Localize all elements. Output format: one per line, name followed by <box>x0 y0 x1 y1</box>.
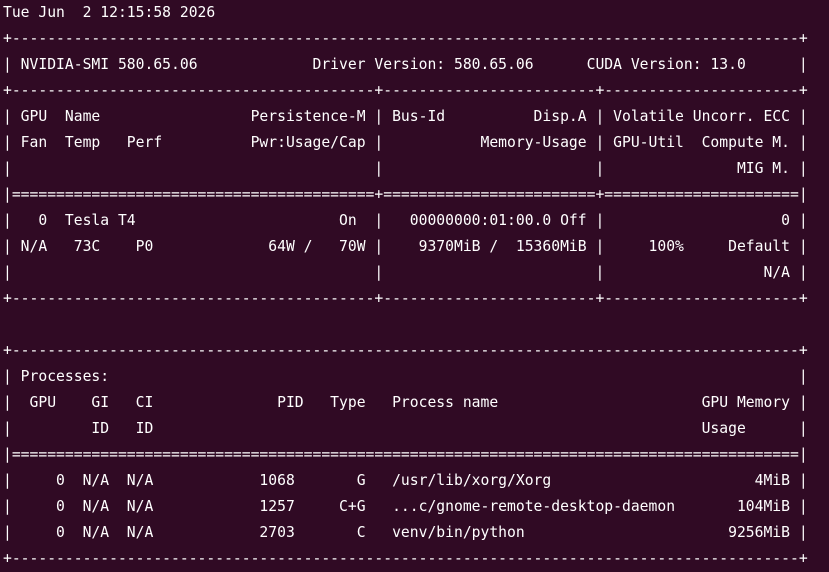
gpu-header-row-3: | | | MIG M. | <box>3 160 808 177</box>
gpu-row: | | | N/A | <box>3 264 808 281</box>
divider: +---------------------------------------… <box>3 550 808 567</box>
gpu-header-row-2: | Fan Temp Perf Pwr:Usage/Cap | Memory-U… <box>3 134 808 151</box>
divider: +---------------------------------------… <box>3 30 808 47</box>
terminal-output[interactable]: Tue Jun 2 12:15:58 2026 +----------------… <box>3 0 808 572</box>
divider: +---------------------------------------… <box>3 82 808 99</box>
divider: |=======================================… <box>3 186 808 203</box>
divider: +---------------------------------------… <box>3 290 808 307</box>
divider: |=======================================… <box>3 446 808 463</box>
blank <box>3 312 808 338</box>
header-row: | NVIDIA-SMI 580.65.06 Driver Version: 5… <box>3 56 808 73</box>
divider: +---------------------------------------… <box>3 342 808 359</box>
processes-title: | Processes: | <box>3 368 808 385</box>
process-row: | 0 N/A N/A 1068 G /usr/lib/xorg/Xorg 4M… <box>3 472 808 489</box>
gpu-row: | N/A 73C P0 64W / 70W | 9370MiB / 15360… <box>3 238 808 255</box>
gpu-row: | 0 Tesla T4 On | 00000000:01:00.0 Off |… <box>3 212 808 229</box>
processes-header-row-2: | ID ID Usage | <box>3 420 808 437</box>
process-row: | 0 N/A N/A 1257 C+G ...c/gnome-remote-d… <box>3 498 808 515</box>
timestamp: Tue Jun 2 12:15:58 2026 <box>3 4 216 21</box>
processes-header-row-1: | GPU GI CI PID Type Process name GPU Me… <box>3 394 808 411</box>
process-row: | 0 N/A N/A 2703 C venv/bin/python 9256M… <box>3 524 808 541</box>
gpu-header-row-1: | GPU Name Persistence-M | Bus-Id Disp.A… <box>3 108 808 125</box>
